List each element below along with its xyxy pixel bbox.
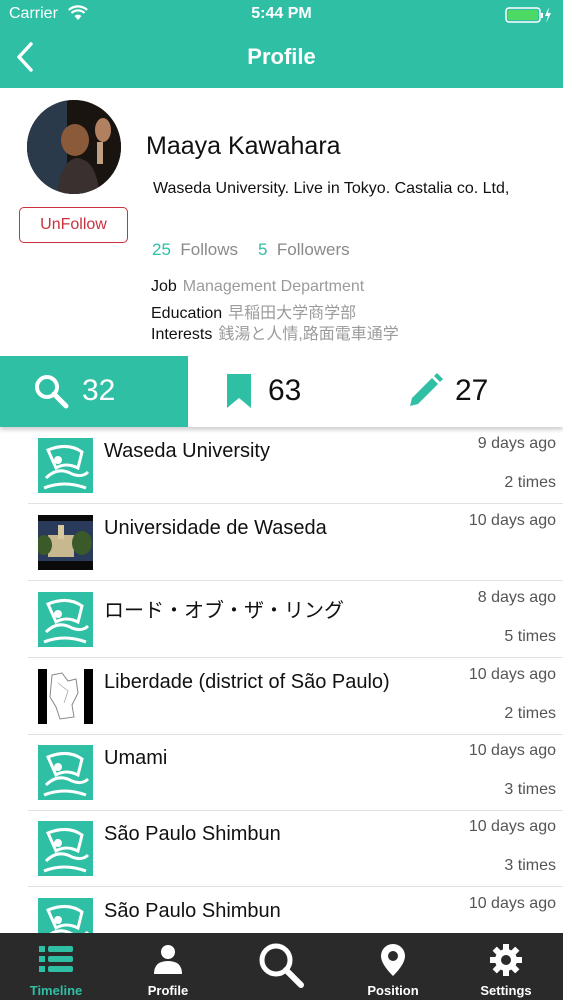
tab-label: Position xyxy=(367,983,419,998)
placeholder-icon xyxy=(38,438,93,493)
tab-count: 63 xyxy=(268,374,302,407)
map-thumbnail xyxy=(38,669,93,724)
item-time: 10 days ago xyxy=(468,666,556,683)
pencil-icon xyxy=(407,373,443,414)
item-time: 9 days ago xyxy=(477,435,556,452)
list-item[interactable]: Universidade de Waseda 10 days ago xyxy=(28,504,563,581)
item-title: Waseda University xyxy=(104,440,270,462)
placeholder-icon xyxy=(38,821,93,876)
list-item[interactable]: Umami 10 days ago 3 times xyxy=(28,734,563,811)
item-title: ロード・オブ・ザ・リング xyxy=(104,600,344,622)
list-item[interactable]: São Paulo Shimbun 10 days ago 3 times xyxy=(28,810,563,887)
search-icon xyxy=(225,941,337,991)
profile-bio: Waseda University. Live in Tokyo. Castal… xyxy=(153,180,510,197)
follows-count: 25 xyxy=(152,240,171,259)
tab-posts[interactable]: 27 xyxy=(375,356,563,427)
interests-label: Interests xyxy=(151,326,213,343)
item-time: 10 days ago xyxy=(468,742,556,759)
tab-label: Timeline xyxy=(29,983,83,998)
item-title: Liberdade (district of São Paulo) xyxy=(104,671,390,693)
tab-position[interactable]: Position xyxy=(337,933,449,1000)
avatar xyxy=(27,100,121,194)
item-title: São Paulo Shimbun xyxy=(104,900,281,922)
location-pin-icon xyxy=(337,943,449,977)
item-time: 10 days ago xyxy=(468,818,556,835)
tab-search[interactable] xyxy=(225,933,337,1000)
tab-timeline[interactable]: Timeline xyxy=(0,933,112,1000)
item-time: 10 days ago xyxy=(468,895,556,912)
page-title: Profile xyxy=(247,44,316,69)
item-time: 8 days ago xyxy=(477,589,556,606)
follow-counts: 25 Follows 5 Followers xyxy=(152,240,350,260)
interests-row: Interests 銭湯と人情,路面電車通学 xyxy=(151,320,399,344)
tab-label: Profile xyxy=(147,983,189,998)
bottom-tab-bar: Timeline Profile Position Settings xyxy=(0,933,563,1000)
clock: 5:44 PM xyxy=(251,5,312,22)
status-bar: Carrier 5:44 PM xyxy=(0,0,563,28)
tab-searches[interactable]: 32 xyxy=(0,356,188,427)
bookmark-icon xyxy=(226,373,252,414)
interests-value: 銭湯と人情,路面電車通学 xyxy=(218,326,399,343)
tab-count: 27 xyxy=(455,374,489,407)
job-value: Management Department xyxy=(182,278,365,295)
tab-settings[interactable]: Settings xyxy=(450,933,562,1000)
tab-profile[interactable]: Profile xyxy=(112,933,224,1000)
person-icon xyxy=(112,943,224,977)
followers-link[interactable]: 5 Followers xyxy=(258,240,350,259)
follows-link[interactable]: 25 Follows xyxy=(152,240,238,259)
item-count: 3 times xyxy=(504,857,556,874)
tab-count: 32 xyxy=(82,374,116,407)
job-label: Job xyxy=(151,278,177,295)
gear-icon xyxy=(450,943,562,977)
item-title: Universidade de Waseda xyxy=(104,517,327,539)
photo-thumbnail xyxy=(38,515,93,570)
item-count: 3 times xyxy=(504,781,556,798)
top-bar: Carrier 5:44 PM Profile xyxy=(0,0,563,88)
item-time: 10 days ago xyxy=(468,512,556,529)
item-count: 2 times xyxy=(504,474,556,491)
job-row: Job Management Department xyxy=(151,278,364,296)
tab-bookmarks[interactable]: 63 xyxy=(188,356,375,427)
followers-label: Followers xyxy=(276,240,350,259)
tab-label: Settings xyxy=(480,983,532,998)
item-title: São Paulo Shimbun xyxy=(104,823,281,845)
list-item[interactable]: ロード・オブ・ザ・リング 8 days ago 5 times xyxy=(28,581,563,658)
placeholder-icon xyxy=(38,745,93,800)
unfollow-button[interactable]: UnFollow xyxy=(19,207,128,243)
list-item[interactable]: Liberdade (district of São Paulo) 10 day… xyxy=(28,658,563,735)
search-icon xyxy=(33,373,69,414)
placeholder-icon xyxy=(38,592,93,647)
item-title: Umami xyxy=(104,747,168,769)
list-icon xyxy=(0,943,112,977)
followers-count: 5 xyxy=(258,240,268,259)
follows-label: Follows xyxy=(180,240,238,259)
profile-name: Maaya Kawahara xyxy=(146,132,341,160)
list-item[interactable]: Waseda University 9 days ago 2 times xyxy=(28,427,563,504)
item-count: 2 times xyxy=(504,705,556,722)
item-count: 5 times xyxy=(504,628,556,645)
battery-icon xyxy=(505,6,553,29)
content-tabs: 32 63 27 xyxy=(0,356,563,427)
